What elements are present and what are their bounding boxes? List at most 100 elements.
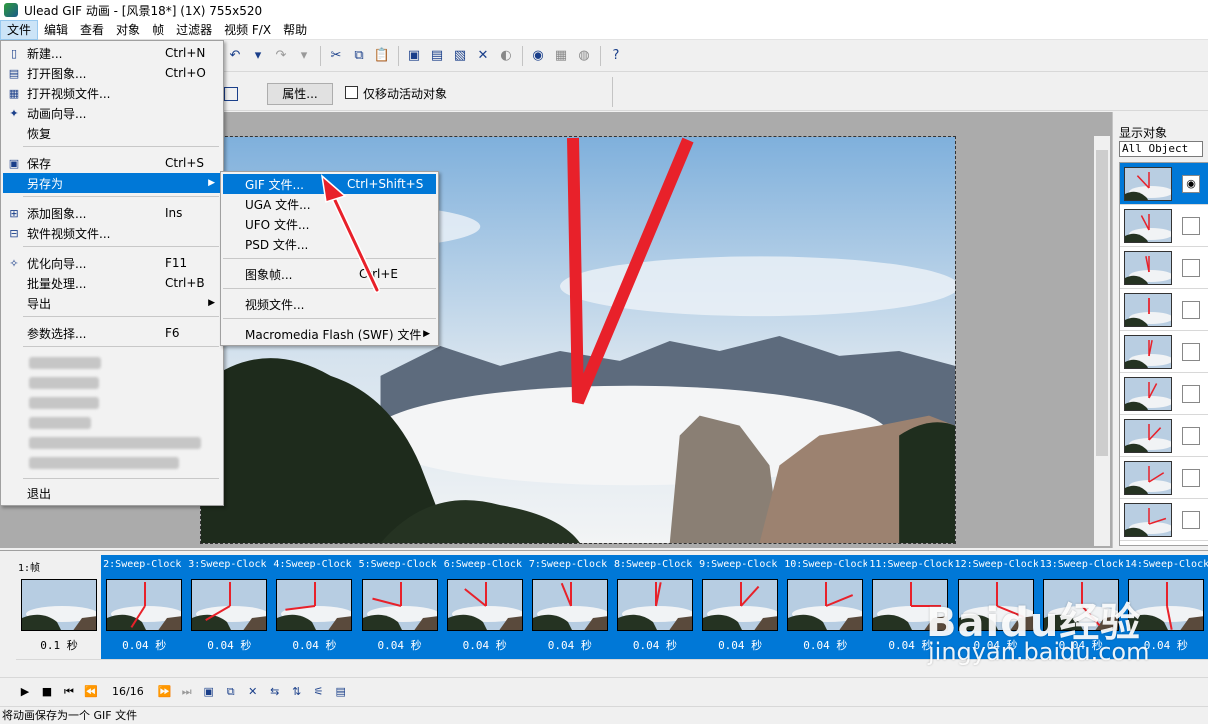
wizard-icon[interactable]: ◍ — [573, 45, 595, 67]
copy-icon[interactable]: ⧉ — [348, 45, 370, 67]
object-row[interactable] — [1120, 289, 1208, 331]
submenu-item-gif[interactable]: GIF 文件... Ctrl+Shift+S — [223, 174, 436, 194]
submenu-item-psd[interactable]: PSD 文件... — [223, 234, 436, 254]
recent-file-blurred[interactable] — [29, 437, 201, 449]
frame-item[interactable]: 3:Sweep-Clock 0.04 秒 — [186, 555, 272, 659]
tween-icon[interactable]: ⇆ — [264, 682, 286, 702]
frame-item[interactable]: 4:Sweep-Clock 0.04 秒 — [271, 555, 357, 659]
submenu-item-video[interactable]: 视频文件... — [223, 294, 436, 314]
help-cursor-icon[interactable]: ? — [605, 45, 627, 67]
frame-item[interactable]: 9:Sweep-Clock 0.04 秒 — [697, 555, 783, 659]
menu-item-add-video[interactable]: ⊟ 软件视频文件... — [3, 223, 221, 243]
object-row[interactable] — [1120, 499, 1208, 541]
undo-icon[interactable]: ↶ — [224, 45, 246, 67]
object-row[interactable] — [1120, 247, 1208, 289]
object-row[interactable] — [1120, 415, 1208, 457]
redo-icon[interactable]: ↷ — [270, 45, 292, 67]
menu-item-open-video[interactable]: ▦ 打开视频文件... — [3, 83, 221, 103]
frame-item[interactable]: 10:Sweep-Clock 0.04 秒 — [782, 555, 868, 659]
show-objects-select[interactable]: All Object — [1119, 141, 1203, 157]
recent-file-blurred[interactable] — [29, 457, 179, 469]
menu-item-save-as[interactable]: 另存为 ▶ — [3, 173, 221, 193]
frame-item[interactable]: 8:Sweep-Clock 0.04 秒 — [611, 555, 698, 659]
menu-edit[interactable]: 编辑 — [38, 20, 74, 40]
visibility-checkbox[interactable] — [1182, 342, 1200, 361]
visibility-checkbox[interactable] — [1182, 384, 1200, 403]
redo-dropdown-icon[interactable]: ▾ — [293, 45, 315, 67]
add-image-icon[interactable]: ▤ — [426, 45, 448, 67]
add-frame-icon[interactable]: ▣ — [198, 682, 220, 702]
align-icon[interactable] — [224, 87, 238, 101]
menu-item-add-image[interactable]: ⊞ 添加图象... Ins — [3, 203, 221, 223]
menu-item-export[interactable]: 导出 ▶ — [3, 293, 221, 313]
menu-item-new[interactable]: ▯ 新建... Ctrl+N — [3, 43, 221, 63]
menu-object[interactable]: 对象 — [110, 20, 146, 40]
visibility-checkbox[interactable] — [1182, 510, 1200, 529]
menu-file[interactable]: 文件 — [0, 19, 39, 40]
menu-item-revert[interactable]: 恢复 — [3, 123, 221, 143]
menu-item-animation-wizard[interactable]: ✦ 动画向导... — [3, 103, 221, 123]
properties-button[interactable]: 属性... — [267, 83, 333, 105]
undo-dropdown-icon[interactable]: ▾ — [247, 45, 269, 67]
menu-video-fx[interactable]: 视频 F/X — [218, 20, 277, 40]
frame-item[interactable]: 6:Sweep-Clock 0.04 秒 — [441, 555, 527, 659]
visibility-checkbox[interactable] — [1182, 468, 1200, 487]
add-frame-icon[interactable]: ▣ — [403, 45, 425, 67]
menu-view[interactable]: 查看 — [74, 20, 110, 40]
stop-icon[interactable]: ■ — [36, 682, 58, 702]
object-row[interactable] — [1120, 331, 1208, 373]
menu-item-save[interactable]: ▣ 保存 Ctrl+S — [3, 153, 221, 173]
submenu-item-flash[interactable]: Macromedia Flash (SWF) 文件 ▶ — [223, 324, 436, 344]
frame-item[interactable]: 5:Sweep-Clock 0.04 秒 — [356, 555, 442, 659]
properties-frame-icon[interactable]: ⚟ — [308, 682, 330, 702]
duplicate-frame-icon[interactable]: ⧉ — [220, 682, 242, 702]
menu-separator — [23, 316, 219, 317]
menu-frame[interactable]: 帧 — [146, 20, 170, 40]
object-row[interactable] — [1120, 373, 1208, 415]
last-frame-icon[interactable]: ⏭ — [176, 682, 198, 702]
menu-item-exit[interactable]: 退出 — [3, 483, 221, 503]
reverse-frames-icon[interactable]: ⇅ — [286, 682, 308, 702]
frame-item[interactable]: 2:Sweep-Clock 0.04 秒 — [101, 555, 187, 659]
recent-file-blurred[interactable] — [29, 377, 99, 389]
menu-item-preferences[interactable]: 参数选择... F6 — [3, 323, 221, 343]
previous-frame-icon[interactable]: ⏪ — [80, 682, 102, 702]
visibility-checkbox[interactable] — [1182, 300, 1200, 319]
canvas-vertical-scrollbar[interactable] — [1094, 136, 1110, 546]
frame-item[interactable]: 7:Sweep-Clock 0.04 秒 — [526, 555, 612, 659]
paint-icon[interactable]: ◐ — [495, 45, 517, 67]
next-frame-icon[interactable]: ⏩ — [154, 682, 176, 702]
object-row[interactable] — [1120, 205, 1208, 247]
recent-file-blurred[interactable] — [29, 357, 101, 369]
delete-frame-icon[interactable]: ✕ — [242, 682, 264, 702]
menu-help[interactable]: 帮助 — [277, 20, 313, 40]
delete-icon[interactable]: ✕ — [472, 45, 494, 67]
menu-item-optimize-wizard[interactable]: ✧ 优化向导... F11 — [3, 253, 221, 273]
menu-item-open-image[interactable]: ▤ 打开图象... Ctrl+O — [3, 63, 221, 83]
menu-filter[interactable]: 过滤器 — [170, 20, 218, 40]
play-icon[interactable]: ▶ — [14, 682, 36, 702]
move-active-object-checkbox[interactable] — [345, 86, 358, 99]
visibility-eye-icon[interactable]: ◉ — [1182, 174, 1200, 193]
visibility-checkbox[interactable] — [1182, 258, 1200, 277]
submenu-item-uga[interactable]: UGA 文件... — [223, 194, 436, 214]
visibility-checkbox[interactable] — [1182, 216, 1200, 235]
scrollbar-thumb[interactable] — [1096, 150, 1108, 456]
optimize-icon[interactable]: ▦ — [550, 45, 572, 67]
paste-icon[interactable]: 📋 — [371, 45, 393, 67]
object-row[interactable] — [1120, 457, 1208, 499]
first-frame-icon[interactable]: ⏮ — [58, 682, 80, 702]
cut-icon[interactable]: ✂ — [325, 45, 347, 67]
recent-file-blurred[interactable] — [29, 397, 99, 409]
recent-file-blurred[interactable] — [29, 417, 91, 429]
submenu-item-image-frames[interactable]: 图象帧... Ctrl+E — [223, 264, 436, 284]
frame-properties-icon[interactable]: ▤ — [330, 682, 352, 702]
menu-item-batch[interactable]: 批量处理... Ctrl+B — [3, 273, 221, 293]
submenu-item-ufo[interactable]: UFO 文件... — [223, 214, 436, 234]
image-edit-icon[interactable]: ▧ — [449, 45, 471, 67]
frame-item[interactable]: 1:帧 0.1 秒 — [16, 555, 101, 659]
visibility-checkbox[interactable] — [1182, 426, 1200, 445]
browser-preview-icon[interactable]: ◉ — [527, 45, 549, 67]
object-row[interactable]: ◉ — [1120, 163, 1208, 205]
menu-item-shortcut: Ctrl+S — [165, 156, 205, 170]
